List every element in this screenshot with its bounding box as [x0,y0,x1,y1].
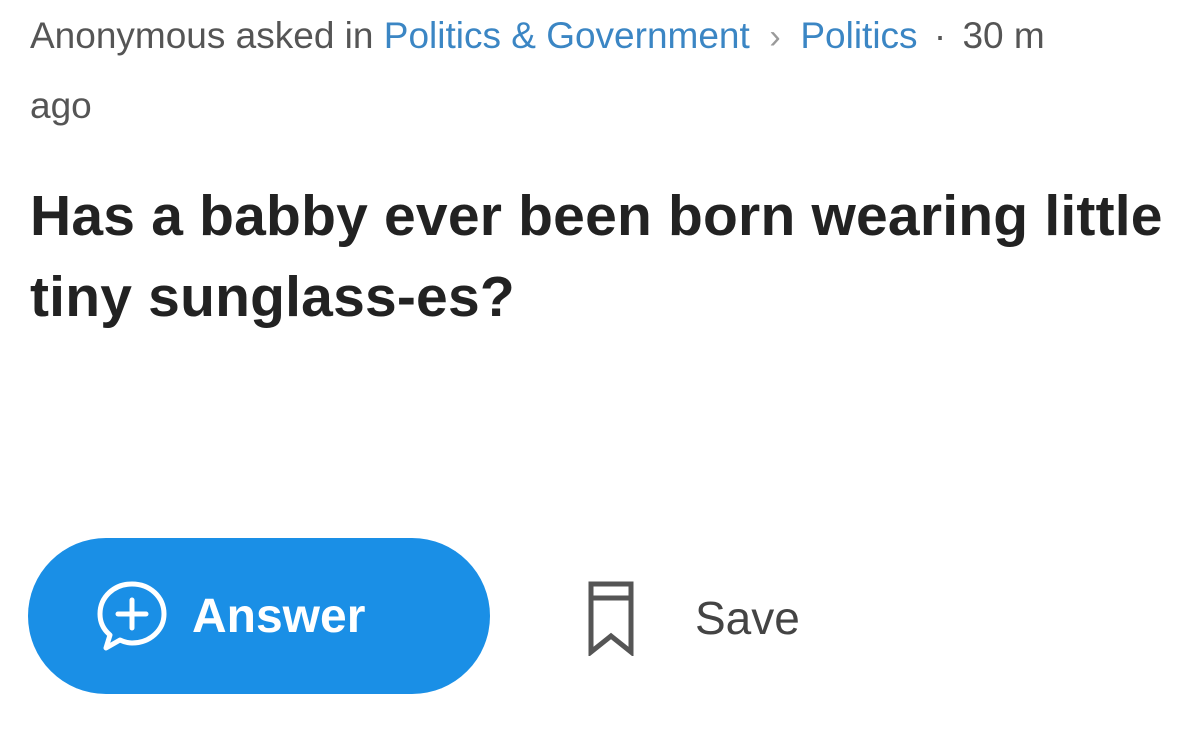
question-title: Has a babby ever been born wearing littl… [30,176,1190,338]
answer-button[interactable]: Answer [28,538,490,694]
question-meta: Anonymous asked in Politics & Government… [30,12,1200,61]
separator-dot: · [933,15,947,56]
subcategory-link[interactable]: Politics [800,15,917,56]
chevron-right-icon: › [769,18,781,56]
asker-text: Anonymous asked in [30,15,374,56]
category-link[interactable]: Politics & Government [384,15,750,56]
save-button[interactable]: Save [585,578,800,658]
plus-speech-bubble-icon [97,581,167,651]
answer-label: Answer [192,589,366,643]
save-label: Save [695,592,800,644]
question-title-text: Has a babby ever been born wearing littl… [30,184,1163,329]
timestamp-end: ago [30,85,92,126]
timestamp-start: 30 m [962,15,1045,56]
bookmark-icon [588,581,634,656]
